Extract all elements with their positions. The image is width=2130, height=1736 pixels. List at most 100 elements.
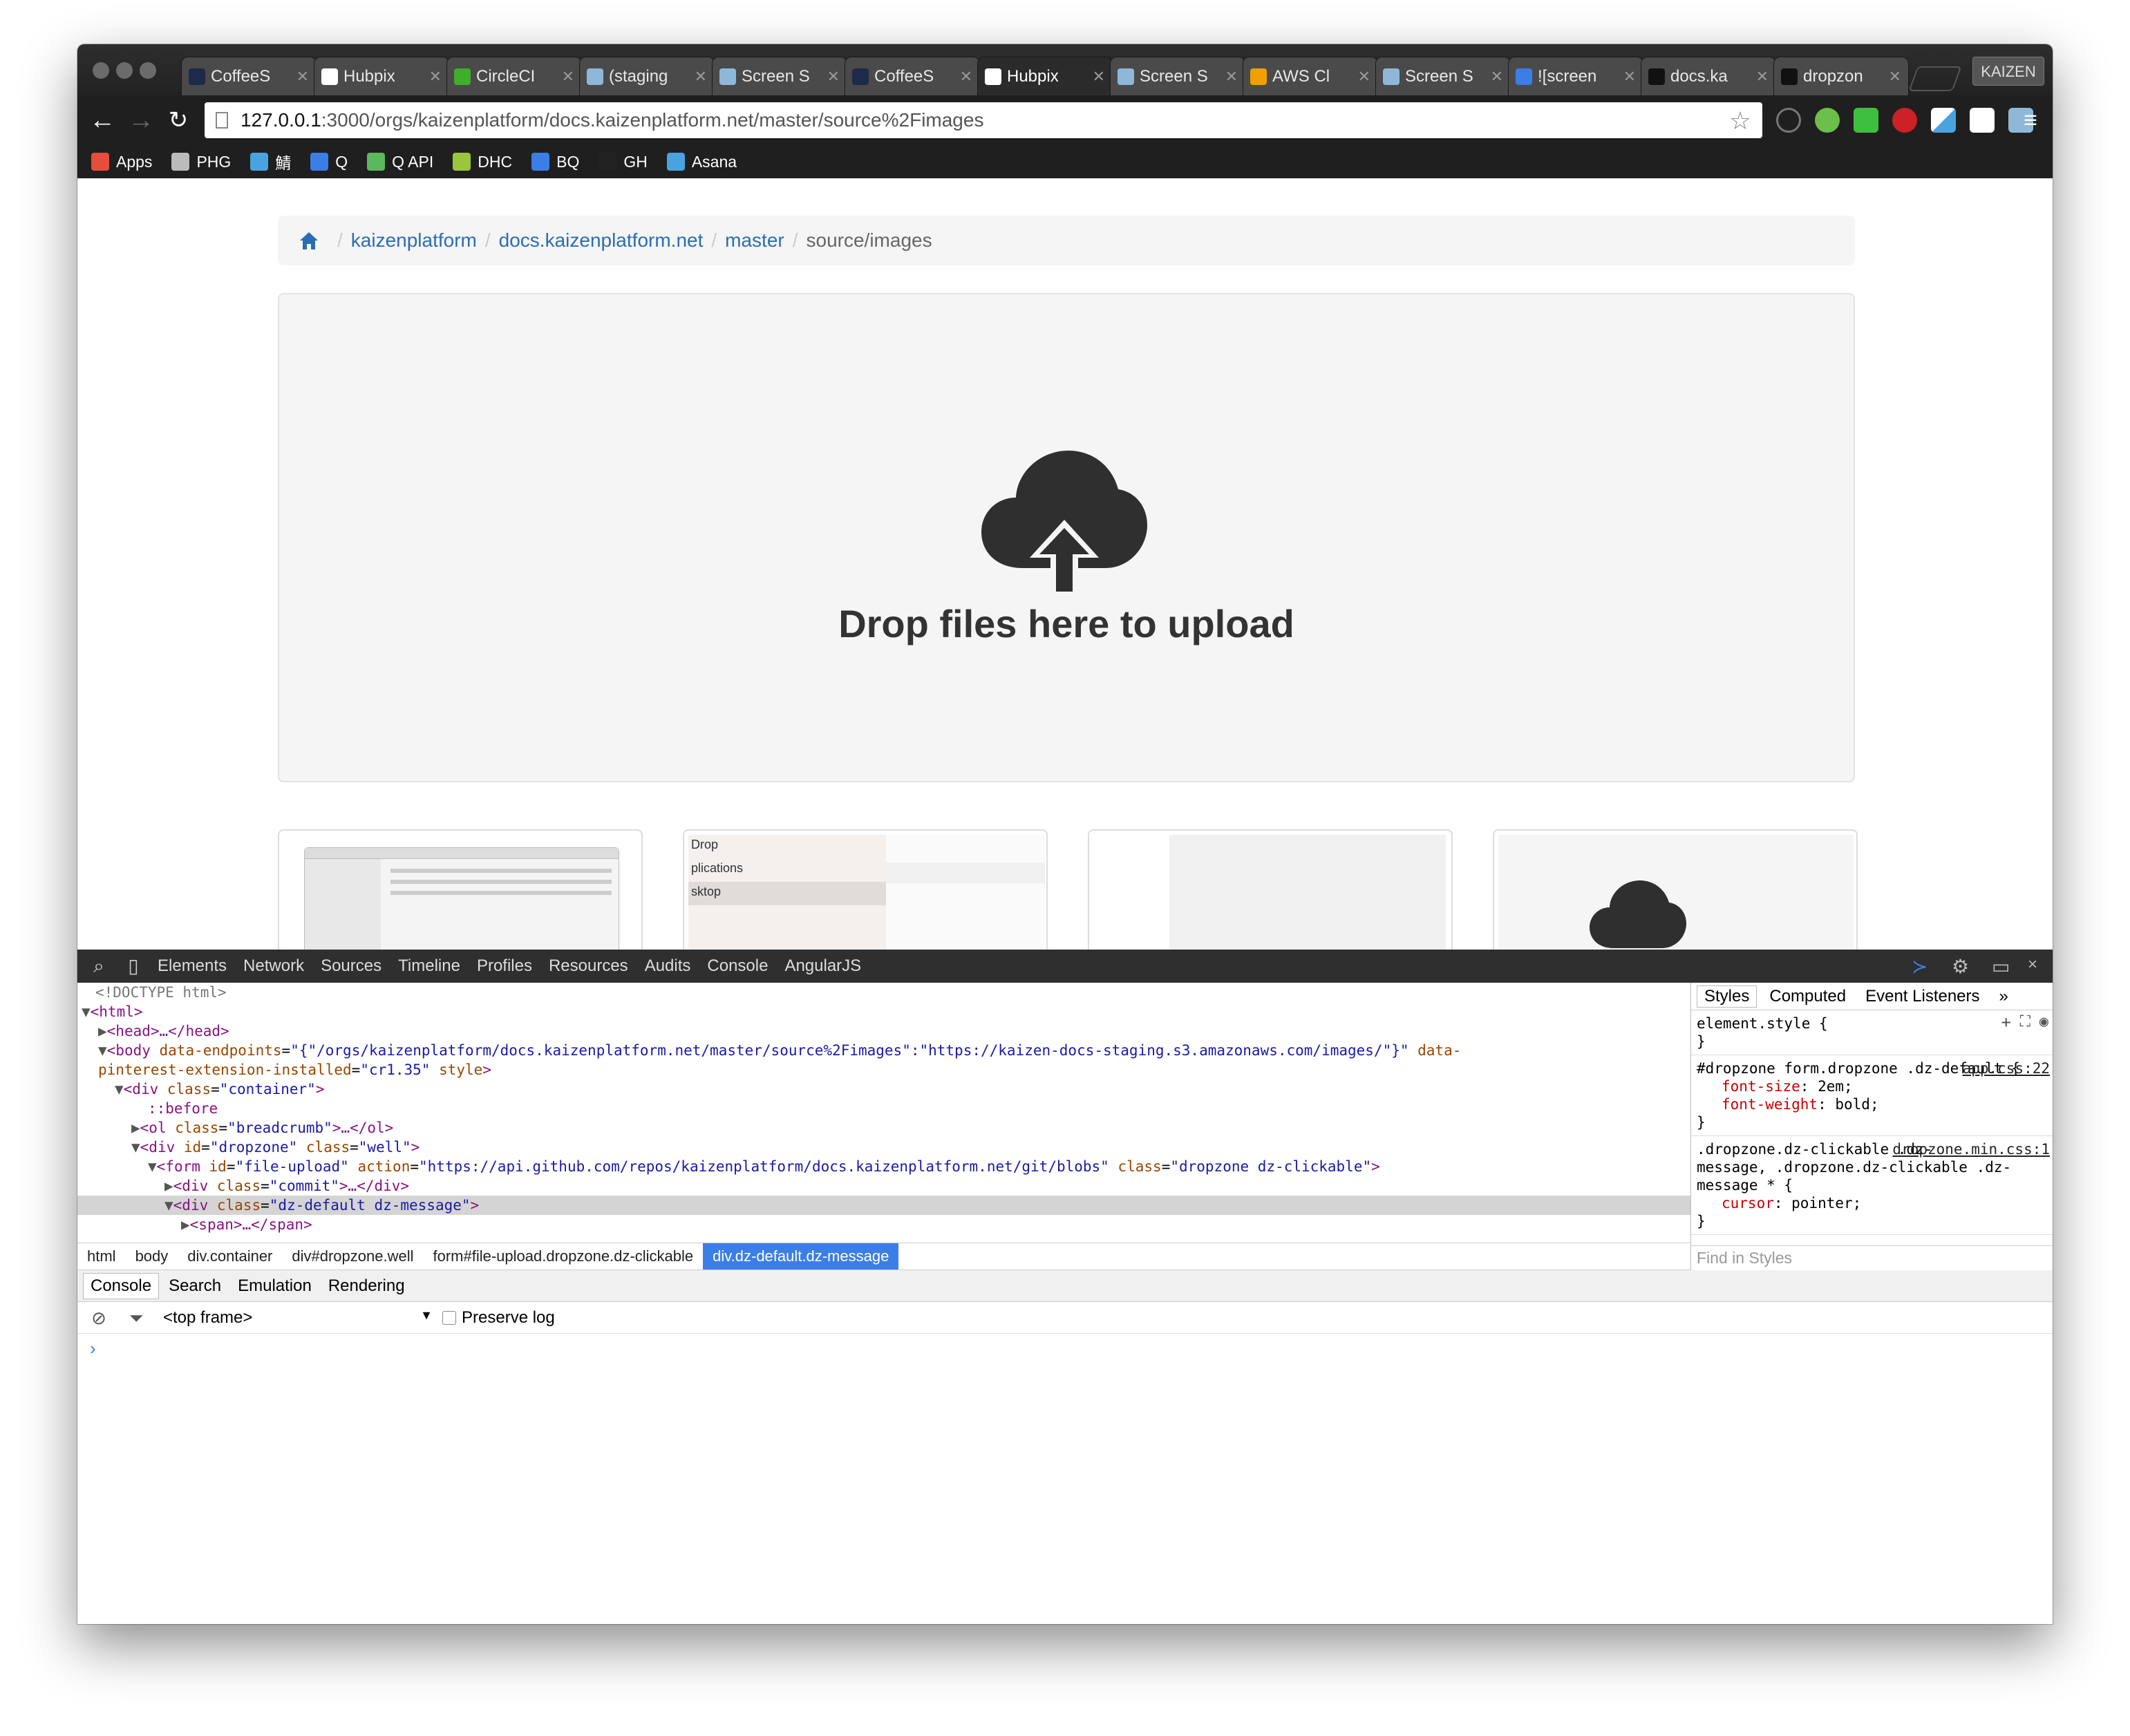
more-tabs-icon[interactable]: »	[1992, 986, 2015, 1007]
bookmark-star-icon[interactable]: ☆	[1729, 106, 1751, 135]
console-drawer-icon[interactable]: ≻	[1912, 955, 1928, 978]
tab-close-icon[interactable]: ✕	[1623, 68, 1636, 86]
dom-node[interactable]: ▼<form id="file-upload" action="https://…	[77, 1157, 1690, 1176]
tab-close-icon[interactable]: ✕	[1093, 68, 1105, 86]
style-property[interactable]: font-weight: bold;	[1697, 1095, 2047, 1113]
breadcrumb-link-repo[interactable]: docs.kaizenplatform.net	[499, 229, 704, 252]
extension-info-icon[interactable]	[1776, 108, 1801, 133]
instapaper-icon[interactable]	[1970, 108, 1995, 133]
pinterest-icon[interactable]	[1892, 108, 1917, 133]
zoom-window-icon[interactable]	[140, 62, 156, 79]
back-icon[interactable]: ←	[87, 105, 117, 135]
browser-tab[interactable]: AWS Cl ✕	[1243, 57, 1378, 95]
dom-node-selected[interactable]: ▼<div class="dz-default dz-message">	[77, 1196, 1690, 1215]
element-state-icon[interactable]: ⛶	[2020, 1013, 2030, 1031]
devtools-tab-angularjs[interactable]: AngularJS	[784, 956, 861, 976]
device-mode-icon[interactable]: ▯	[123, 956, 144, 976]
clear-console-icon[interactable]: ⊘	[88, 1308, 109, 1328]
drawer-tab-console[interactable]: Console	[83, 1272, 160, 1299]
close-window-icon[interactable]	[93, 62, 109, 79]
image-thumbnail[interactable]	[1493, 829, 1858, 950]
devtools-tab-profiles[interactable]: Profiles	[477, 956, 532, 976]
drawer-tab-emulation[interactable]: Emulation	[231, 1274, 319, 1299]
tab-event-listeners[interactable]: Event Listeners	[1858, 986, 1986, 1007]
dom-node[interactable]: ▼<html>	[77, 1002, 1690, 1021]
bookmark-item[interactable]: 鯖	[250, 150, 291, 173]
browser-tab[interactable]: Screen S ✕	[1375, 57, 1511, 95]
bookmark-item[interactable]: Asana	[666, 153, 737, 171]
dom-node[interactable]: ▶<head>…</head>	[77, 1021, 1690, 1041]
browser-tab[interactable]: docs.ka ✕	[1641, 57, 1776, 95]
tab-close-icon[interactable]: ✕	[827, 68, 840, 86]
browser-tab[interactable]: Hubpix ✕	[314, 57, 449, 95]
browser-tab[interactable]: Screen S ✕	[1110, 57, 1245, 95]
tab-close-icon[interactable]: ✕	[1889, 68, 1901, 86]
drawer-tab-rendering[interactable]: Rendering	[321, 1274, 412, 1299]
new-tab-button[interactable]	[1908, 66, 1962, 91]
dom-crumb-html[interactable]: html	[77, 1243, 126, 1270]
dom-crumb-selected[interactable]: div.dz-default.dz-message	[703, 1243, 899, 1270]
profile-button[interactable]: KAIZEN	[1972, 57, 2044, 86]
devtools-tab-sources[interactable]: Sources	[321, 956, 381, 976]
drawer-tab-search[interactable]: Search	[162, 1274, 228, 1299]
dropzone-message[interactable]: Drop files here to upload	[279, 601, 1854, 646]
bookmark-item[interactable]: PHG	[171, 153, 231, 171]
dom-node[interactable]: ▼<body data-endpoints="{"/orgs/kaizenpla…	[77, 1041, 1690, 1060]
dom-node[interactable]: ▶<span>…</span>	[77, 1215, 1690, 1234]
dom-crumb-form[interactable]: form#file-upload.dropzone.dz-clickable	[424, 1243, 704, 1270]
bookmark-item[interactable]: Q API	[367, 153, 433, 171]
dom-node[interactable]: ▶<div class="commit">…</div>	[77, 1176, 1690, 1196]
breadcrumb-link-branch[interactable]: master	[725, 229, 784, 252]
rule-source-link[interactable]: app.css:22	[1963, 1059, 2050, 1077]
filter-icon[interactable]: ⏷	[126, 1308, 147, 1328]
address-bar[interactable]: 127.0.0.1:3000/orgs/kaizenplatform/docs.…	[205, 102, 1762, 138]
dom-crumb-container[interactable]: div.container	[178, 1243, 282, 1270]
tab-close-icon[interactable]: ✕	[296, 68, 309, 86]
dom-node[interactable]: ▶<ol class="breadcrumb">…</ol>	[77, 1118, 1690, 1138]
menu-icon[interactable]: ≡	[2015, 105, 2046, 135]
rule-source-link[interactable]: dropzone.min.css:1	[1892, 1140, 2050, 1158]
devtools-tab-network[interactable]: Network	[243, 956, 304, 976]
dom-node[interactable]: ▼<div id="dropzone" class="well">	[77, 1138, 1690, 1157]
devtools-tab-timeline[interactable]: Timeline	[398, 956, 460, 976]
minimize-window-icon[interactable]	[116, 62, 133, 79]
forward-icon[interactable]: →	[126, 105, 156, 135]
tab-close-icon[interactable]: ✕	[429, 68, 442, 86]
tab-close-icon[interactable]: ✕	[1358, 68, 1370, 86]
bookmark-item[interactable]: Apps	[91, 153, 152, 171]
inspect-search-icon[interactable]: ⌕	[88, 956, 109, 976]
breadcrumb-link-org[interactable]: kaizenplatform	[351, 229, 477, 252]
tab-close-icon[interactable]: ✕	[562, 68, 574, 86]
browser-tab[interactable]: dropzon ✕	[1773, 57, 1909, 95]
tab-close-icon[interactable]: ✕	[695, 68, 707, 86]
home-icon[interactable]	[299, 230, 319, 251]
browser-tab[interactable]: Screen S ✕	[712, 57, 847, 95]
tab-close-icon[interactable]: ✕	[1491, 68, 1503, 86]
style-property[interactable]: cursor: pointer;	[1697, 1194, 2047, 1212]
preserve-log-checkbox[interactable]	[442, 1310, 456, 1325]
bookmark-item[interactable]: DHC	[453, 153, 512, 171]
image-thumbnail[interactable]	[1088, 829, 1453, 950]
bookmark-item[interactable]: Q	[310, 153, 348, 171]
console-prompt[interactable]: ›	[90, 1338, 96, 1359]
close-devtools-icon[interactable]: ×	[2028, 955, 2037, 974]
tab-close-icon[interactable]: ✕	[1756, 68, 1769, 86]
tab-computed[interactable]: Computed	[1762, 986, 1853, 1007]
devtools-tab-console[interactable]: Console	[707, 956, 768, 976]
dom-crumb-body[interactable]: body	[126, 1243, 178, 1270]
bookmark-item[interactable]: GH	[599, 153, 648, 171]
browser-tab[interactable]: ![screen ✕	[1508, 57, 1643, 95]
devtools-tab-resources[interactable]: Resources	[549, 956, 628, 976]
extension-blocks-icon[interactable]	[1931, 108, 1956, 133]
style-property[interactable]: font-size: 2em;	[1697, 1077, 2047, 1095]
frame-selector[interactable]: <top frame> ▼	[163, 1308, 433, 1328]
dom-node[interactable]: <!DOCTYPE html>	[77, 983, 1690, 1002]
image-thumbnail[interactable]: Drop plications sktop	[683, 829, 1048, 950]
tab-styles[interactable]: Styles	[1697, 985, 1757, 1008]
quip-icon[interactable]	[1854, 108, 1878, 133]
image-thumbnail[interactable]	[278, 829, 643, 950]
bookmark-item[interactable]: BQ	[531, 153, 579, 171]
browser-tab[interactable]: CoffeeS ✕	[845, 57, 980, 95]
tab-close-icon[interactable]: ✕	[1225, 68, 1238, 86]
animations-icon[interactable]: ◉	[2039, 1013, 2048, 1031]
